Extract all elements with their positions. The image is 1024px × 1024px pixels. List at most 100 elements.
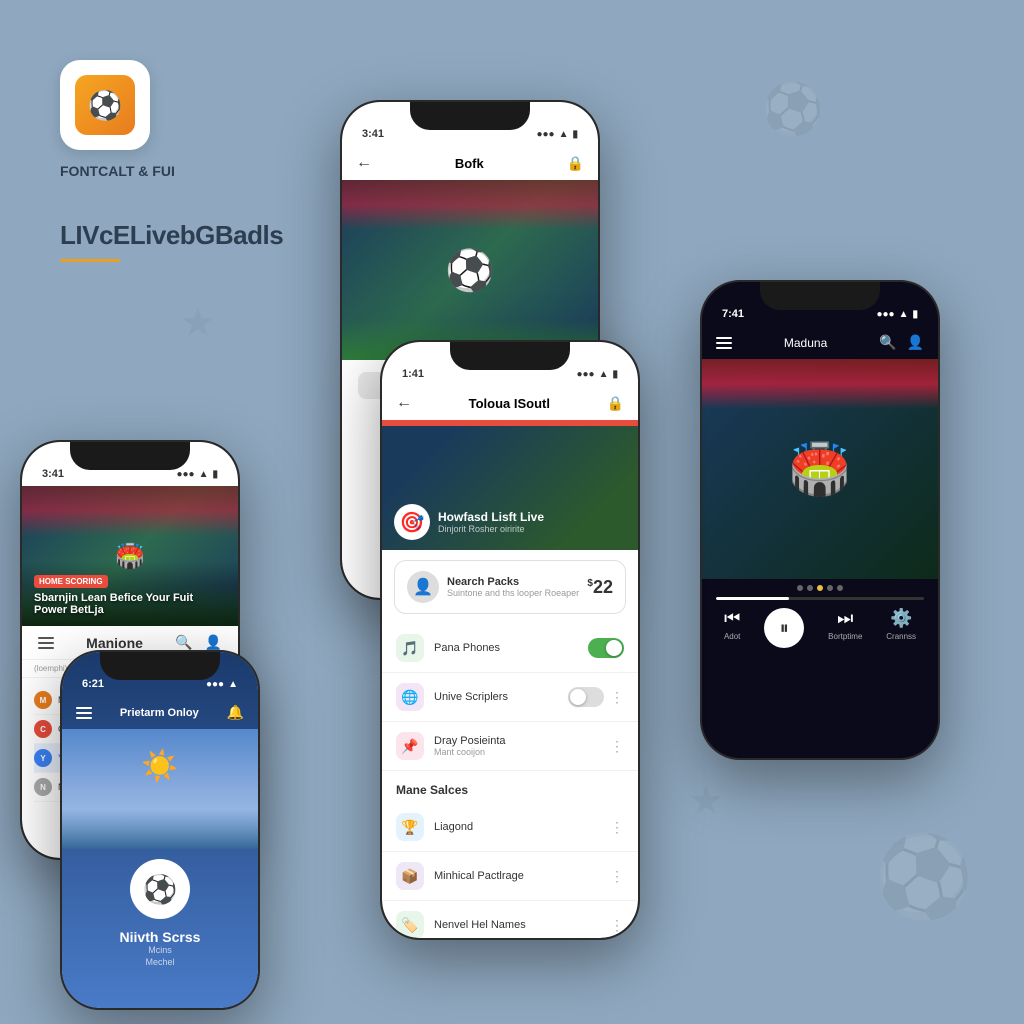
- phone-5-screen: 6:21 ●●● ▲ Prietarm Onloy 🔔 ☀: [62, 652, 258, 1008]
- app-icon: ⚽: [60, 60, 150, 150]
- pkg-text-nearch: Nearch Packs Suintone and ths looper Roe…: [447, 576, 579, 598]
- phone-2-time: 3:41: [362, 128, 384, 140]
- club-screen: 6:21 ●●● ▲ Prietarm Onloy 🔔 ☀: [62, 652, 258, 1008]
- phone-3-notch: [450, 342, 570, 370]
- player-icon-1: 🏟️: [115, 542, 145, 571]
- toggle-dot-unive: [570, 689, 586, 705]
- vp-dots: [702, 579, 938, 597]
- settings-item-dray[interactable]: 📌 Dray Posieinta Mant cooijon ⋮: [382, 722, 638, 771]
- lock-icon-2: 🔒: [567, 155, 584, 172]
- battery-icon-2: ▮: [572, 129, 578, 140]
- sky-bg: ☀️: [62, 729, 258, 849]
- dot-4: [827, 585, 833, 591]
- pkg-price-nearch: $22: [587, 577, 613, 598]
- settings-left-dray: 📌 Dray Posieinta Mant cooijon: [396, 732, 506, 760]
- three-dots-minhical[interactable]: ⋮: [610, 868, 624, 885]
- hamburger-icon-1[interactable]: [38, 637, 54, 649]
- signal-icon-3: ●●●: [576, 369, 594, 380]
- vp-settings-btn[interactable]: ⚙️ Crannss: [886, 608, 916, 648]
- vp-pause-btn[interactable]: ⏸: [764, 608, 804, 648]
- dot-1: [797, 585, 803, 591]
- phone-1-notch: [70, 442, 190, 470]
- vp-video: 🏟️: [702, 359, 938, 579]
- lock-icon-3: 🔒: [607, 395, 624, 412]
- wifi-icon: ▲: [199, 469, 209, 480]
- app-title: FONTCALT & FUI: [60, 162, 175, 180]
- headline-1: HOME SCORING Sbarnjin Lean Befice Your F…: [22, 561, 238, 626]
- skip-back-label: Adot: [724, 632, 740, 641]
- skip-forward-icon: ⏭: [837, 608, 853, 629]
- wifi-icon-3: ▲: [599, 369, 609, 380]
- back-arrow-icon-3[interactable]: ←: [396, 394, 412, 412]
- settings-sub-dray: Mant cooijon: [434, 747, 506, 757]
- package-card-top[interactable]: 👤 Nearch Packs Suintone and ths looper R…: [394, 560, 626, 614]
- settings-icon-vp: ⚙️: [890, 608, 912, 629]
- settings-left-unive: 🌐 Unive Scriplers: [396, 683, 508, 711]
- phone-1-header-title: Manione: [86, 635, 143, 651]
- three-dots-liagond[interactable]: ⋮: [610, 819, 624, 836]
- settings-item-pana[interactable]: 🎵 Pana Phones: [382, 624, 638, 673]
- search-icon-4[interactable]: 🔍: [879, 334, 896, 351]
- phone-5-header-title: Prietarm Onloy: [120, 707, 199, 719]
- phone-4-screen: 7:41 ●●● ▲ ▮ Maduna 🔍 👤 🏟️: [702, 282, 938, 758]
- settings-item-unive[interactable]: 🌐 Unive Scriplers ⋮: [382, 673, 638, 722]
- tagline-text: LIVcELivebGBadls: [60, 220, 283, 251]
- live-package-info: 🎯 Howfasd Lisft Live Dinjorit Rosher oir…: [394, 504, 544, 540]
- headline-text-1: Sbarnjin Lean Befice Your Fuit Power Bet…: [34, 592, 226, 616]
- hamburger-icon-4[interactable]: [716, 337, 732, 349]
- live-text-block: Howfasd Lisft Live Dinjorit Rosher oirir…: [438, 510, 544, 534]
- three-dots-dray[interactable]: ⋮: [610, 738, 624, 755]
- bg-decor-football-2: ⚽: [762, 80, 824, 139]
- vp-bottom-controls: ⏮ Adot ⏸ ⏭ Bortptime ⚙️ Crannss: [702, 600, 938, 656]
- hamburger-icon-5[interactable]: [76, 707, 92, 719]
- search-icon-1[interactable]: 🔍: [175, 634, 192, 651]
- app-icon-inner: ⚽: [75, 75, 135, 135]
- sun-emoji: ☀️: [141, 750, 178, 783]
- phone-1-sports-img: 🏟️ HOME SCORING Sbarnjin Lean Befice You…: [22, 486, 238, 626]
- settings-name-unive: Unive Scriplers: [434, 691, 508, 703]
- toggle-pana[interactable]: [588, 638, 624, 658]
- three-dots-nenvel[interactable]: ⋮: [610, 917, 624, 934]
- phone-2-status-icons: ●●● ▲ ▮: [536, 129, 578, 140]
- settings-name-dray: Dray Posieinta: [434, 735, 506, 747]
- bg-decor-star-1: ★: [180, 300, 216, 346]
- vp-title: Maduna: [784, 336, 827, 350]
- settings-icon-pana: 🎵: [396, 634, 424, 662]
- phone-5-status-icons: ●●● ▲: [206, 679, 238, 690]
- pkg-name-nearch: Nearch Packs: [447, 576, 579, 588]
- user-icon-4[interactable]: 👤: [907, 334, 924, 351]
- settings-item-liagond[interactable]: 🏆 Liagond ⋮: [382, 803, 638, 852]
- settings-item-minhical[interactable]: 📦 Minhical Pactlrage ⋮: [382, 852, 638, 901]
- pkg-sub-nearch: Suintone and ths looper Roeaper: [447, 588, 579, 598]
- vp-icons: 🔍 👤: [879, 334, 924, 351]
- vp-skip-back-btn[interactable]: ⏮ Adot: [724, 608, 740, 648]
- section2-title: Mane Salces: [382, 771, 638, 803]
- phone-4-status-icons: ●●● ▲ ▮: [876, 309, 918, 320]
- bell-icon-5[interactable]: 🔔: [227, 704, 244, 721]
- battery-icon-4: ▮: [912, 309, 918, 320]
- vp-skip-forward-btn[interactable]: ⏭ Bortptime: [828, 608, 862, 648]
- wifi-icon-5: ▲: [228, 679, 238, 690]
- settings-icon-unive: 🌐: [396, 683, 424, 711]
- toggle-unive[interactable]: [568, 687, 604, 707]
- settings-icon-liagond: 🏆: [396, 813, 424, 841]
- phone-4-notch: [760, 282, 880, 310]
- phone-3-screen: 1:41 ●●● ▲ ▮ ← Toloua ISoutl 🔒 🎯 Howfasd…: [382, 342, 638, 938]
- phone-2-notch: [410, 102, 530, 130]
- settings-item-nenvel[interactable]: 🏷️ Nenvel Hel Names ⋮: [382, 901, 638, 938]
- dot-5: [837, 585, 843, 591]
- video-content-icon: 🏟️: [789, 440, 851, 499]
- settings-left-nenvel: 🏷️ Nenvel Hel Names: [396, 911, 526, 938]
- phone-3-live-img: 🎯 Howfasd Lisft Live Dinjorit Rosher oir…: [382, 420, 638, 550]
- package-logo: 🎯: [394, 504, 430, 540]
- user-icon-1[interactable]: 👤: [205, 634, 222, 651]
- back-arrow-icon-2[interactable]: ←: [356, 154, 372, 172]
- club-sub-text: Mcins: [62, 945, 258, 955]
- team-badge-3: Y: [34, 749, 52, 767]
- phone-3-header: ← Toloua ISoutl 🔒: [382, 386, 638, 420]
- club-header: Prietarm Onloy 🔔: [62, 696, 258, 729]
- phone-5-notch: [100, 652, 220, 680]
- three-dots-unive[interactable]: ⋮: [610, 689, 624, 706]
- settings-text-dray: Dray Posieinta Mant cooijon: [434, 735, 506, 757]
- phone-2-header: ← Bofk 🔒: [342, 146, 598, 180]
